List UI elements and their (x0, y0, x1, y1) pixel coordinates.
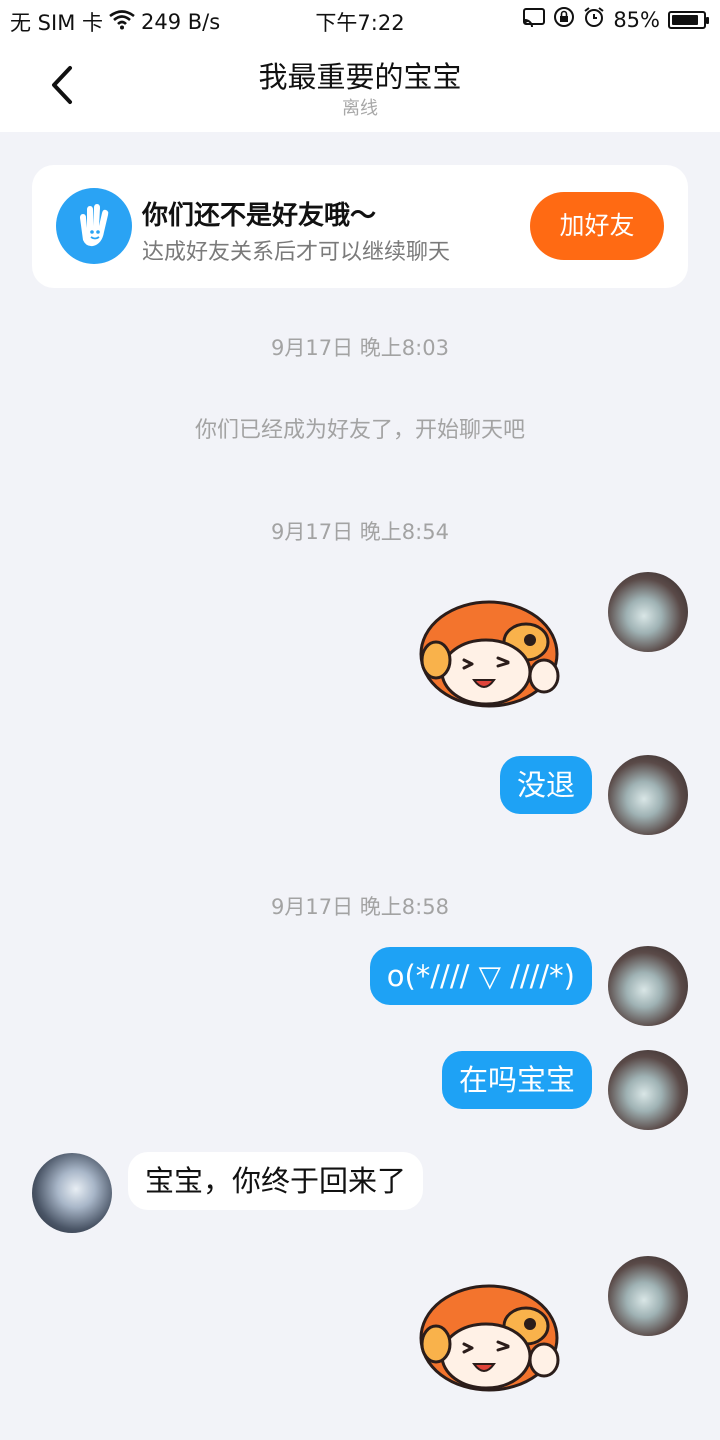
cartoon-sticker-icon (419, 600, 560, 708)
message-bubble-sent[interactable]: 没退 (499, 756, 592, 814)
add-friend-button[interactable]: 加好友 (530, 192, 664, 260)
alarm-icon (583, 6, 605, 33)
my-avatar[interactable] (608, 572, 688, 652)
sticker-message[interactable] (414, 1278, 564, 1398)
battery-fill (672, 14, 698, 25)
sticker-message[interactable] (414, 594, 564, 714)
card-title: 你们还不是好友哦～ (142, 201, 377, 231)
contact-avatar[interactable] (32, 1153, 112, 1233)
page-title: 我最重要的宝宝 (258, 60, 462, 94)
message-bubble-sent[interactable]: 在吗宝宝 (441, 1051, 592, 1109)
battery-percent: 85% (613, 7, 660, 32)
message-bubble-sent[interactable]: o(*//// ▽ ////*) (369, 947, 592, 1005)
status-bar: 无 SIM 卡 249 B/s 下午7:22 85% (0, 0, 720, 38)
chat-header: 我最重要的宝宝 离线 (0, 38, 720, 132)
my-avatar[interactable] (608, 755, 688, 835)
battery-icon (668, 10, 709, 29)
message-bubble-received[interactable]: 宝宝，你终于回来了 (128, 1152, 424, 1210)
timestamp: 9月17日 晚上8:54 (271, 520, 449, 544)
cartoon-sticker-icon (419, 1284, 560, 1392)
friend-request-card: 你们还不是好友哦～ 达成好友关系后才可以继续聊天 加好友 (32, 165, 688, 288)
my-avatar[interactable] (608, 1256, 688, 1336)
hand-wave-icon (56, 188, 132, 264)
timestamp: 9月17日 晚上8:03 (271, 336, 449, 360)
cast-icon (523, 7, 546, 32)
system-message: 你们已经成为好友了，开始聊天吧 (194, 418, 525, 443)
card-subtitle: 达成好友关系后才可以继续聊天 (142, 240, 451, 265)
rotation-lock-icon (553, 6, 575, 33)
timestamp: 9月17日 晚上8:58 (271, 895, 449, 919)
my-avatar[interactable] (608, 1050, 688, 1130)
my-avatar[interactable] (608, 946, 688, 1026)
online-status: 离线 (342, 98, 378, 119)
